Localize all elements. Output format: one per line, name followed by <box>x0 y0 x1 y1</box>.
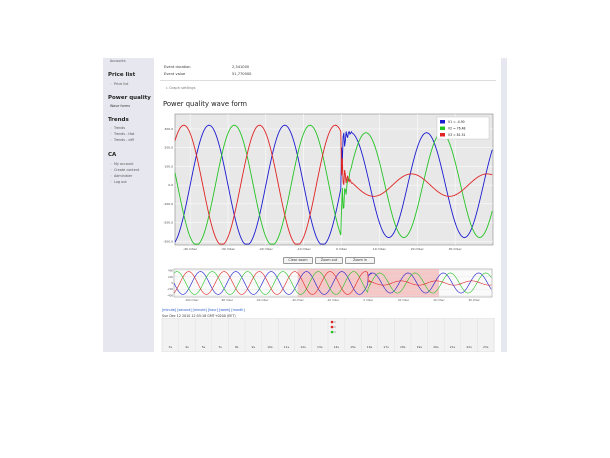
overview-x-tick: -60 mSec <box>256 298 269 302</box>
sidebar-item-create-content[interactable]: Create content <box>110 168 139 172</box>
graph-settings-link[interactable]: ▹ Graph settings <box>166 86 195 90</box>
event-duration-label: Event duration <box>164 65 191 69</box>
divider <box>160 80 496 81</box>
timeline-tick-label: 17s <box>383 345 389 349</box>
event-duration-value: 2,341000 <box>232 65 250 69</box>
event-marker <box>330 320 334 324</box>
timeline-links[interactable]: [minute] [second] [minute] [hour] [week]… <box>162 308 245 312</box>
legend-swatch <box>440 120 445 124</box>
y-tick-label: 300.0 <box>164 127 173 131</box>
timeline-tick-label: 22s <box>466 345 472 349</box>
right-border <box>501 58 507 352</box>
event-value-value: 51,770000 <box>232 72 252 76</box>
timeline-tick-label: 14s <box>334 345 340 349</box>
page-title: Power quality wave form <box>163 100 248 108</box>
overview-x-tick: 20 mSec <box>398 298 410 302</box>
timeline-tick-label: 3s <box>169 345 173 349</box>
y-tick-label: 200.0 <box>164 146 173 150</box>
timeline-tick-label: 5s <box>202 345 206 349</box>
overview-y-tick: 0 <box>171 281 173 285</box>
timeline-tick-label: 18s <box>400 345 406 349</box>
x-tick-label: 20 mSec <box>411 247 424 251</box>
x-tick-label: 10 mSec <box>373 247 386 251</box>
y-tick-label: -300.0 <box>163 239 173 243</box>
legend-swatch <box>440 133 445 137</box>
timeline-tick-label: 11s <box>284 345 290 349</box>
timeline-tick-label: 16s <box>367 345 373 349</box>
x-tick-label: -40 mSec <box>183 247 198 251</box>
overview-x-tick: -100 mSec <box>185 298 199 302</box>
timeline-tick-label: 10s <box>267 345 273 349</box>
y-tick-label: 0.0 <box>168 183 173 187</box>
timeline-tick-label: 20s <box>433 345 439 349</box>
overview-y-tick: 400 <box>168 269 173 273</box>
x-tick-label: -10 mSec <box>297 247 312 251</box>
sidebar-link-accounts[interactable]: Accounts <box>110 59 125 63</box>
sidebar-item-wave-forms[interactable]: Wave forms <box>110 104 130 108</box>
overview-x-tick: -40 mSec <box>292 298 305 302</box>
sidebar-section-ca: CA <box>108 152 117 158</box>
event-marker <box>330 325 334 329</box>
sidebar: Accounts Price list Price list Power qua… <box>103 58 154 352</box>
timeline-chart[interactable]: 3s 4s 5s 7s 8s 9s 10s 11s 12s 13s 14s 15s 16s 17s 18s 1… <box>158 318 498 352</box>
timeline-tick-label: 23s <box>483 345 489 349</box>
event-marker <box>330 330 334 334</box>
sidebar-item-my-account[interactable]: My account <box>110 162 134 166</box>
clear-zoom-button[interactable]: Clear zoom <box>283 257 313 264</box>
timeline-tick-label: 19s <box>417 345 423 349</box>
zoom-out-button[interactable]: Zoom out <box>315 257 343 264</box>
sidebar-item-price-list[interactable]: Price list <box>110 82 128 86</box>
overview-x-tick: 60 mSec <box>469 298 481 302</box>
timeline-tick-label: 9s <box>252 345 256 349</box>
legend-label: V1 = -4.90 <box>448 120 465 124</box>
sidebar-item-trends-tfat[interactable]: Trends - tfat <box>110 132 134 136</box>
sidebar-section-trends: Trends <box>108 117 129 123</box>
sidebar-section-price-list: Price list <box>108 72 136 78</box>
zoom-in-button[interactable]: Zoom in <box>345 257 375 264</box>
y-tick-label: -100.0 <box>163 202 173 206</box>
timeline-tick-label: 21s <box>450 345 456 349</box>
sidebar-item-log-out[interactable]: Log out <box>110 180 127 184</box>
overview-chart[interactable]: 400 200 0 -200 -400 -100 mSec -80 mSec -60 mSec… <box>158 267 498 305</box>
overview-y-tick: -400 <box>167 293 173 297</box>
timeline-tick-label: 8s <box>235 345 239 349</box>
wave-form-chart[interactable]: 300.0 200.0 100.0 0.0 -100.0 -200.0 -300.0 -40 … <box>158 110 498 256</box>
sidebar-item-trends-diff[interactable]: Trends - diff <box>110 138 134 142</box>
overview-x-tick: -80 mSec <box>221 298 234 302</box>
sidebar-section-power-quality: Power quality <box>108 95 151 101</box>
timeline-tick-label: 7s <box>218 345 222 349</box>
graph-settings-label: Graph settings <box>168 86 196 90</box>
legend-swatch <box>440 126 445 130</box>
overview-x-tick: 0 mSec <box>363 298 373 302</box>
x-tick-label: 0 mSec <box>336 247 348 251</box>
x-tick-label: -20 mSec <box>259 247 274 251</box>
sidebar-item-administer[interactable]: Administer <box>110 174 132 178</box>
sidebar-item-trends[interactable]: Trends <box>110 126 125 130</box>
x-tick-label: 30 mSec <box>449 247 462 251</box>
legend-label: V3 = 81.51 <box>448 133 466 137</box>
overview-y-tick: -200 <box>167 287 173 291</box>
legend-label: V2 = 76.48 <box>448 127 466 131</box>
timeline-tick-label: 4s <box>185 345 189 349</box>
timeline-tick-label: 12s <box>300 345 306 349</box>
overview-y-tick: 200 <box>168 275 173 279</box>
y-tick-label: -200.0 <box>163 221 173 225</box>
timeline-tick-label: 15s <box>350 345 356 349</box>
y-tick-label: 100.0 <box>164 164 173 168</box>
overview-x-tick: -20 mSec <box>327 298 340 302</box>
overview-x-tick: 40 mSec <box>433 298 445 302</box>
timeline-tick-label: 13s <box>317 345 323 349</box>
event-value-label: Event value <box>164 72 186 76</box>
x-tick-label: -30 mSec <box>221 247 236 251</box>
